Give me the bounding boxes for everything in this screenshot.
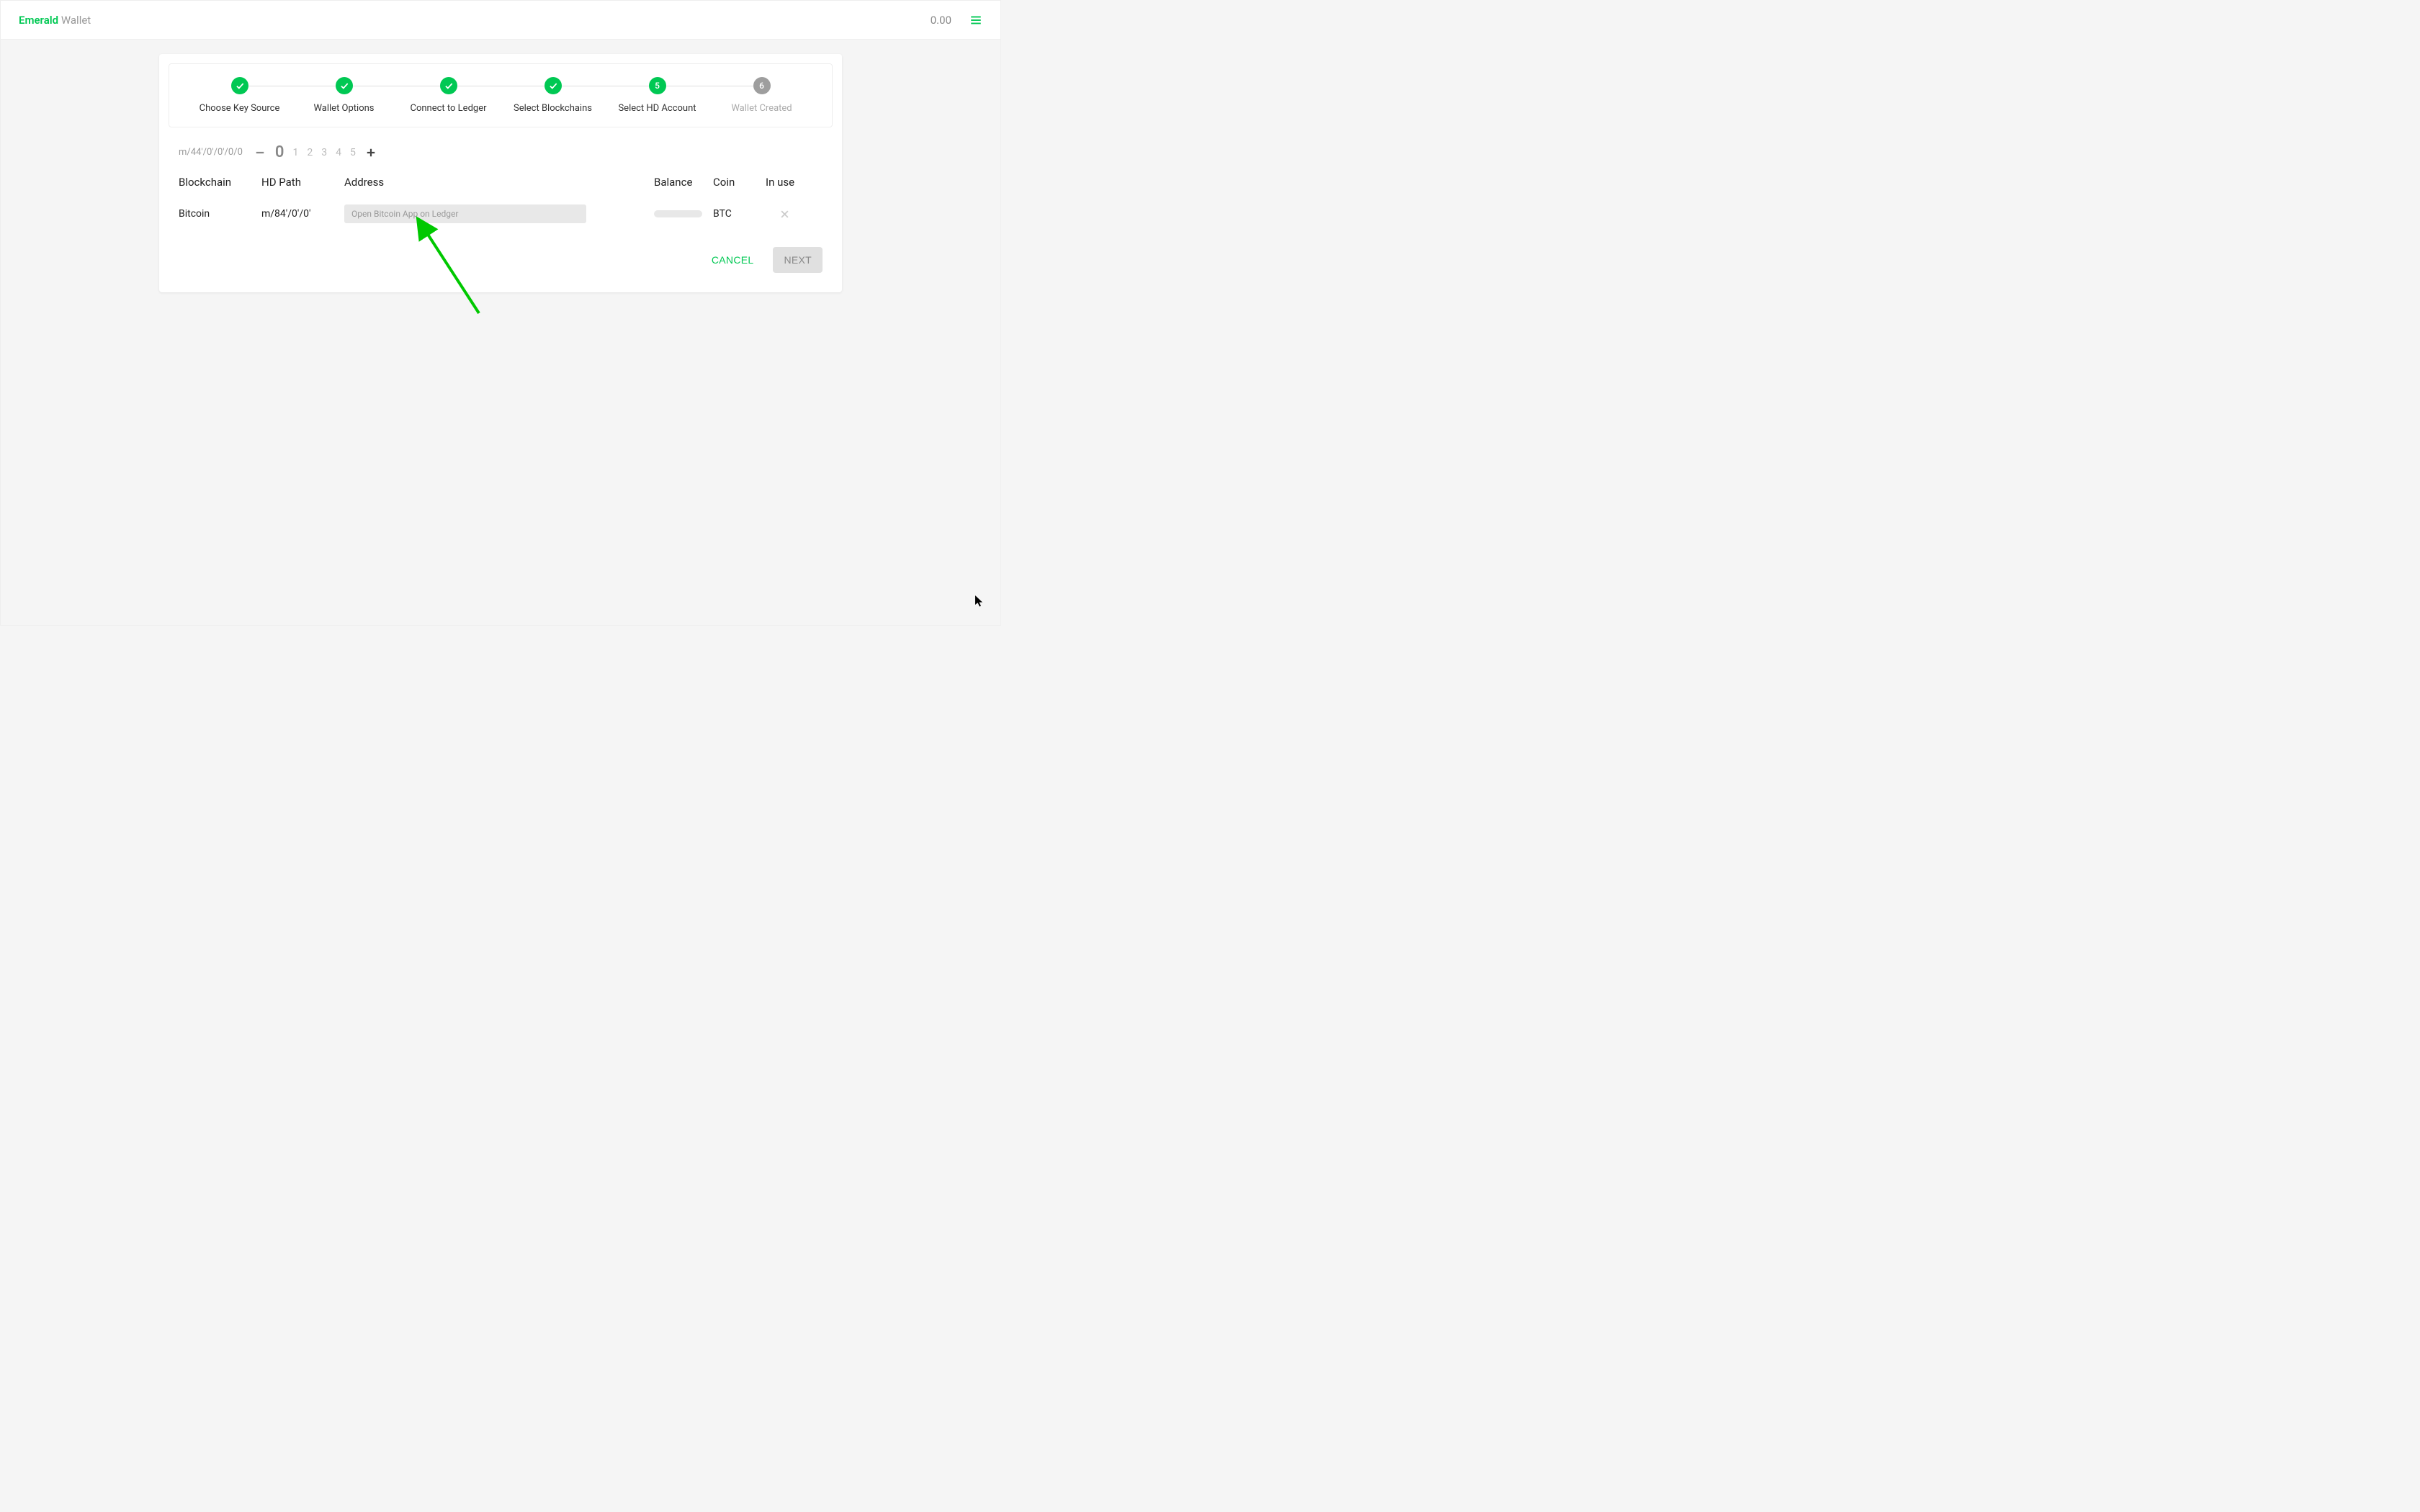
balance-loading-placeholder — [654, 210, 702, 217]
main-content: Choose Key Source Wallet Options Connect… — [1, 40, 1000, 292]
pager-page-2[interactable]: 2 — [307, 147, 313, 158]
account-pager: 0 1 2 3 4 5 — [254, 143, 377, 161]
step-label: Choose Key Source — [200, 103, 280, 114]
step-wallet-created: 6 Wallet Created — [709, 77, 814, 114]
next-button[interactable]: NEXT — [773, 247, 823, 273]
col-hdpath: HD Path — [261, 176, 344, 189]
brand: Emerald Wallet — [19, 14, 91, 27]
cell-balance — [654, 210, 713, 217]
table-header: Blockchain HD Path Address Balance Coin … — [179, 172, 823, 202]
step-label: Wallet Created — [731, 103, 792, 114]
step-label: Select Blockchains — [514, 103, 592, 114]
check-icon — [231, 77, 248, 94]
header-balance: 0.00 — [931, 14, 951, 27]
check-icon — [440, 77, 457, 94]
address-placeholder: Open Bitcoin App on Ledger — [344, 204, 586, 223]
stepper: Choose Key Source Wallet Options Connect… — [187, 77, 814, 114]
step-label: Select HD Account — [618, 103, 696, 114]
cancel-button[interactable]: CANCEL — [701, 247, 765, 273]
step-connect-ledger: Connect to Ledger — [396, 77, 501, 114]
pager-page-4[interactable]: 4 — [336, 147, 341, 158]
col-balance: Balance — [654, 176, 713, 189]
accounts-table: Blockchain HD Path Address Balance Coin … — [159, 172, 842, 234]
cell-address: Open Bitcoin App on Ledger — [344, 204, 654, 223]
hamburger-menu-icon[interactable] — [969, 14, 982, 27]
col-inuse: In use — [766, 176, 804, 189]
step-number-active: 5 — [649, 77, 666, 94]
wizard-card: Choose Key Source Wallet Options Connect… — [159, 54, 842, 292]
cell-blockchain: Bitcoin — [179, 208, 261, 220]
app-header: Emerald Wallet 0.00 — [1, 1, 1000, 40]
step-select-blockchains: Select Blockchains — [501, 77, 605, 114]
pager-page-0[interactable]: 0 — [275, 143, 284, 161]
wizard-actions: CANCEL NEXT — [159, 234, 842, 292]
cell-coin: BTC — [713, 208, 766, 220]
col-coin: Coin — [713, 176, 766, 189]
pager-page-1[interactable]: 1 — [292, 147, 298, 158]
pager-minus-icon[interactable] — [254, 146, 266, 159]
hd-path-row: m/44'/0'/0'/0/0 0 1 2 3 4 5 — [159, 143, 842, 161]
step-number-pending: 6 — [753, 77, 771, 94]
step-wallet-options: Wallet Options — [292, 77, 396, 114]
pager-plus-icon[interactable] — [364, 146, 377, 159]
step-label: Wallet Options — [313, 103, 374, 114]
step-select-hd-account: 5 Select HD Account — [605, 77, 709, 114]
check-icon — [544, 77, 562, 94]
check-icon — [336, 77, 353, 94]
col-address: Address — [344, 176, 654, 189]
cell-hdpath: m/84'/0'/0' — [261, 208, 344, 220]
step-label: Connect to Ledger — [411, 103, 487, 114]
cursor-icon — [975, 595, 984, 607]
close-icon[interactable] — [766, 209, 804, 220]
pager-page-3[interactable]: 3 — [321, 147, 327, 158]
brand-primary: Emerald — [19, 14, 58, 27]
header-right: 0.00 — [931, 14, 982, 27]
pager-page-5[interactable]: 5 — [350, 147, 356, 158]
table-row: Bitcoin m/84'/0'/0' Open Bitcoin App on … — [179, 202, 823, 234]
hd-path-text: m/44'/0'/0'/0/0 — [179, 147, 243, 158]
brand-secondary: Wallet — [58, 14, 91, 27]
col-blockchain: Blockchain — [179, 176, 261, 189]
stepper-container: Choose Key Source Wallet Options Connect… — [169, 63, 833, 127]
step-choose-key-source: Choose Key Source — [187, 77, 292, 114]
